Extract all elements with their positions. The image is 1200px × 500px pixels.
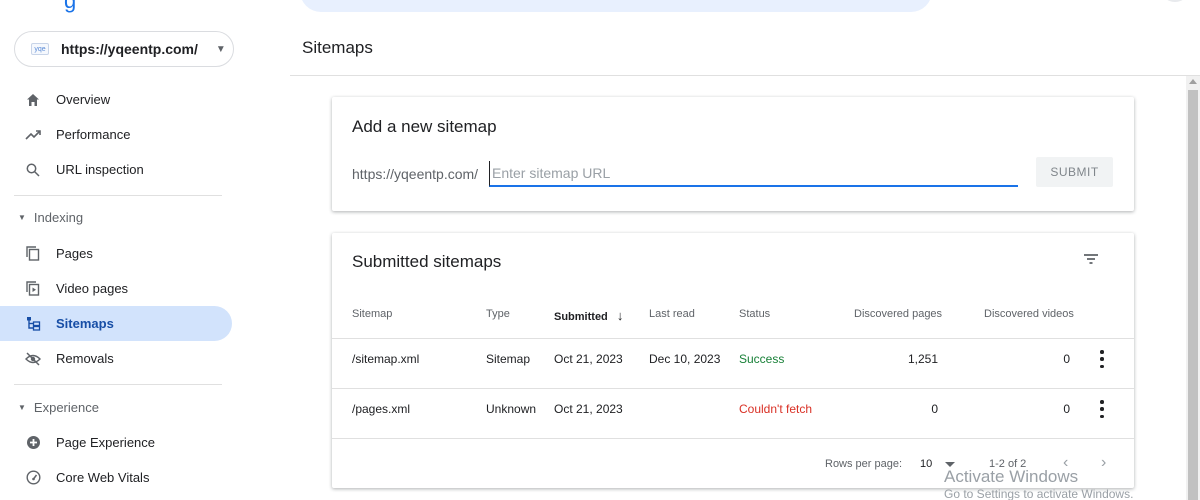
cell-submitted: Oct 21, 2023 [554,352,623,366]
submitted-sitemaps-title: Submitted sitemaps [352,252,502,271]
page-experience-icon [25,435,41,451]
more-options-icon[interactable] [1094,350,1110,368]
column-header-last-read[interactable]: Last read [649,308,695,320]
sidebar-divider [14,384,222,385]
sidebar-item-label: URL inspection [56,162,144,177]
sidebar-item-sitemaps[interactable]: Sitemaps [0,306,232,341]
sidebar-item-label: Sitemaps [56,316,114,331]
submitted-sitemaps-card: Submitted sitemaps Sitemap Type Submitte… [332,233,1134,488]
sort-arrow-icon: ↓ [616,308,624,323]
rows-per-page-label: Rows per page: [825,458,903,470]
sidebar-item-performance[interactable]: Performance [0,117,232,152]
cell-discovered-videos: 0 [1063,402,1070,416]
video-pages-icon [25,281,41,297]
sidebar-item-url-inspection[interactable]: URL inspection [0,152,232,187]
sidebar-item-page-experience[interactable]: Page Experience [0,425,232,460]
row-divider [332,338,1134,339]
header-divider [290,75,1200,76]
dropdown-caret-icon: ▼ [215,43,226,55]
rows-per-page-select[interactable]: 10 [920,458,932,470]
section-header-indexing[interactable]: ▼ Indexing [18,210,83,225]
watermark-subtitle: Go to Settings to activate Windows. [944,487,1134,500]
column-header-label: Submitted [554,311,608,323]
sidebar-item-video-pages[interactable]: Video pages [0,271,232,306]
sidebar-item-removals[interactable]: Removals [0,341,232,376]
scroll-up-arrow-icon[interactable] [1189,79,1197,84]
page-title: Sitemaps [302,38,373,57]
cell-status: Couldn't fetch [739,402,813,416]
sitemap-url-input[interactable] [489,161,1018,187]
sidebar-item-core-web-vitals[interactable]: Core Web Vitals [0,460,232,495]
column-header-sitemap[interactable]: Sitemap [352,308,392,320]
sidebar-item-overview[interactable]: Overview [0,82,232,117]
sitemap-icon [25,316,41,332]
cell-discovered-pages: 0 [931,402,938,416]
pages-icon [25,246,41,262]
search-icon [25,162,41,178]
cell-last-read: Dec 10, 2023 [649,352,721,366]
sidebar-item-label: Removals [56,351,114,366]
watermark-title: Activate Windows [944,467,1079,486]
cell-status: Success [739,352,785,366]
top-search-bar[interactable] [300,0,932,12]
row-divider [332,388,1134,389]
submit-button[interactable]: SUBMIT [1036,157,1113,187]
home-icon [25,92,41,108]
section-header-label: Experience [33,400,99,415]
removals-icon [25,351,41,367]
account-avatar[interactable] [1160,0,1190,2]
sidebar-item-label: Video pages [56,281,129,296]
column-header-discovered-pages[interactable]: Discovered pages [854,308,942,320]
cell-type: Sitemap [486,352,531,366]
section-header-label: Indexing [33,210,84,225]
column-header-type[interactable]: Type [486,308,510,320]
gauge-icon [25,470,41,486]
collapse-caret-icon: ▼ [18,213,26,222]
sidebar-divider [14,195,222,196]
activate-windows-watermark: Activate Windows Go to Settings to activ… [944,467,1133,500]
property-selector[interactable]: yqe https://yqeentp.com/ ▼ [14,31,234,67]
more-options-icon[interactable] [1094,400,1110,418]
cell-sitemap: /pages.xml [352,402,411,416]
cell-type: Unknown [486,402,537,416]
cell-discovered-pages: 1,251 [907,352,938,366]
column-header-status[interactable]: Status [739,308,770,320]
collapse-caret-icon: ▼ [18,403,26,412]
scrollbar-thumb[interactable] [1188,90,1198,500]
sidebar-item-label: Overview [56,92,111,107]
sidebar: yqe https://yqeentp.com/ ▼ Overview Perf… [0,0,245,500]
cell-discovered-videos: 0 [1063,352,1070,366]
add-sitemap-card: Add a new sitemap https://yqeentp.com/ S… [332,97,1134,211]
section-header-experience[interactable]: ▼ Experience [18,400,99,415]
cell-sitemap: /sitemap.xml [352,352,420,366]
column-header-discovered-videos[interactable]: Discovered videos [984,308,1074,320]
sitemap-url-prefix: https://yqeentp.com/ [352,166,479,182]
row-divider [332,438,1134,439]
trending-up-icon [25,127,41,143]
sidebar-item-pages[interactable]: Pages [0,236,232,271]
cell-submitted: Oct 21, 2023 [554,402,623,416]
sidebar-item-label: Pages [56,246,93,261]
add-sitemap-title: Add a new sitemap [352,117,497,136]
sidebar-item-label: Page Experience [56,435,156,450]
sidebar-item-label: Core Web Vitals [56,470,150,485]
filter-icon[interactable] [1082,251,1100,267]
property-favicon: yqe [31,43,49,55]
column-header-submitted[interactable]: Submitted ↓ [554,308,623,323]
property-url: https://yqeentp.com/ [61,41,198,57]
sidebar-item-label: Performance [56,127,131,142]
